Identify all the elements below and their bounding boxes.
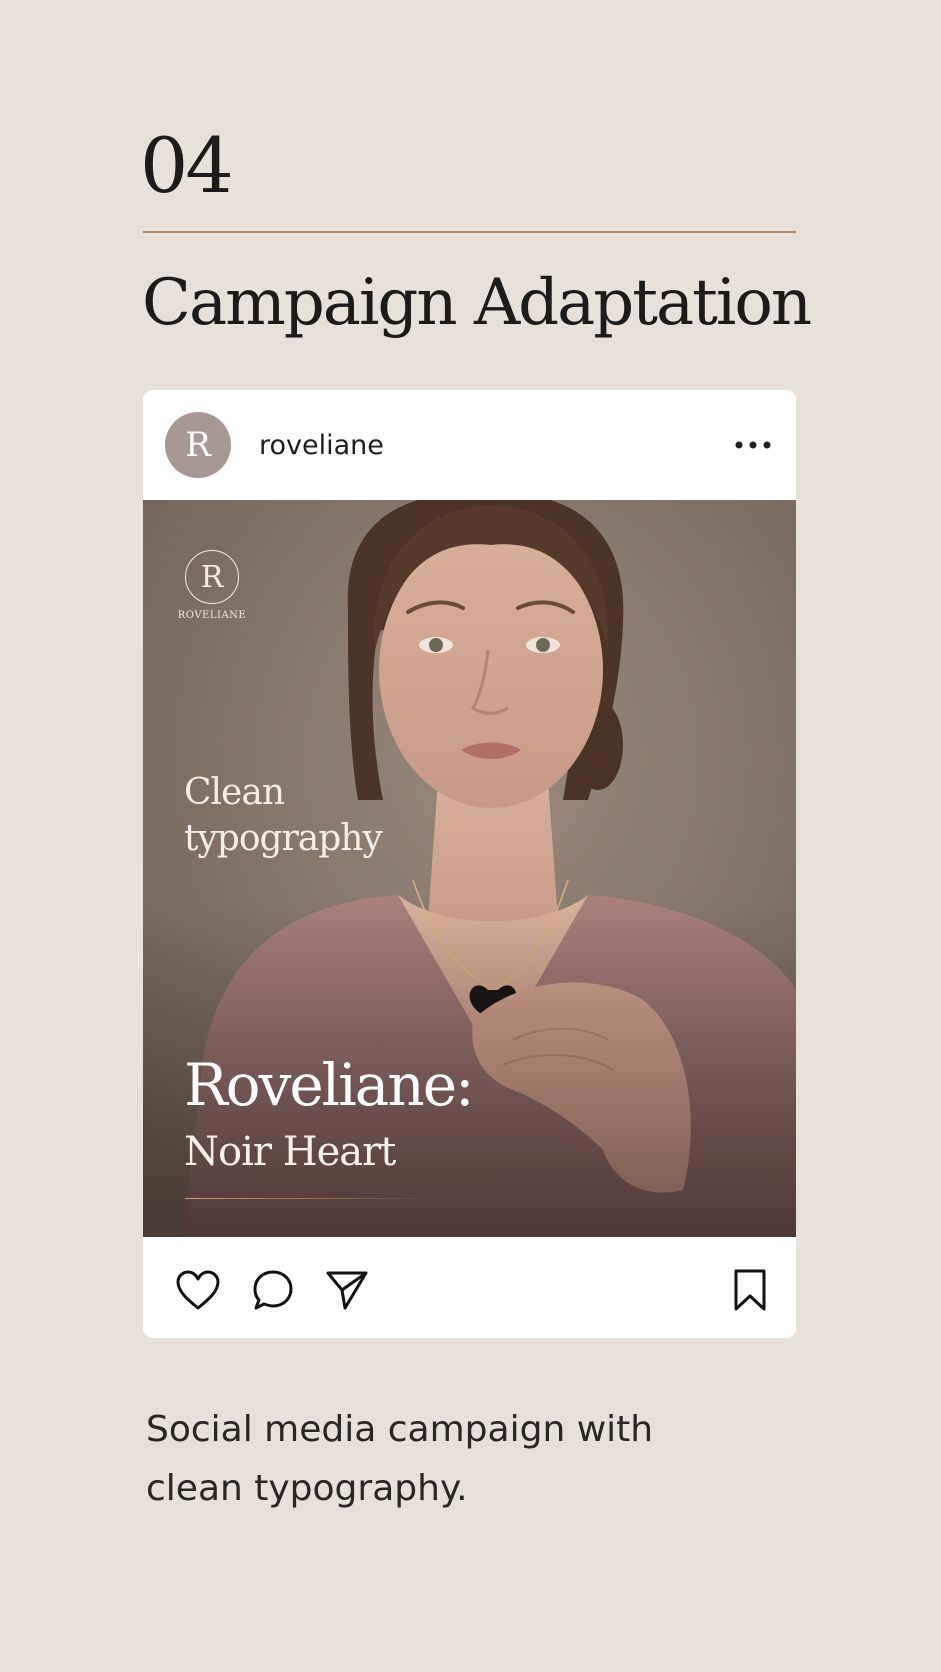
social-post-card: R roveliane R ROVELIANE Clean typography… [143, 390, 796, 1338]
image-headline: Roveliane: [184, 1051, 475, 1119]
caption: Social media campaign with clean typogra… [146, 1409, 654, 1509]
section-divider [143, 231, 796, 233]
image-tagline: Clean typography [184, 772, 383, 859]
logo-wordmark: ROVELIANE [177, 610, 247, 621]
share-icon[interactable] [323, 1266, 371, 1314]
section-title: Campaign Adaptation [142, 266, 812, 340]
post-header: R roveliane [143, 390, 796, 500]
section-number: 04 [140, 121, 234, 210]
more-dots-icon[interactable] [730, 422, 776, 468]
image-subheadline: Noir Heart [184, 1129, 396, 1175]
campaign-image[interactable]: R ROVELIANE Clean typography Roveliane: … [143, 500, 796, 1237]
heart-icon[interactable] [174, 1266, 222, 1314]
avatar[interactable]: R [165, 412, 231, 478]
username[interactable]: roveliane [259, 430, 384, 461]
logo-monogram: R [185, 550, 239, 604]
headline-underline [185, 1198, 415, 1199]
post-actions [143, 1237, 796, 1338]
brand-logo: R ROVELIANE [178, 550, 246, 621]
comment-icon[interactable] [249, 1266, 297, 1314]
bookmark-icon[interactable] [726, 1266, 774, 1314]
